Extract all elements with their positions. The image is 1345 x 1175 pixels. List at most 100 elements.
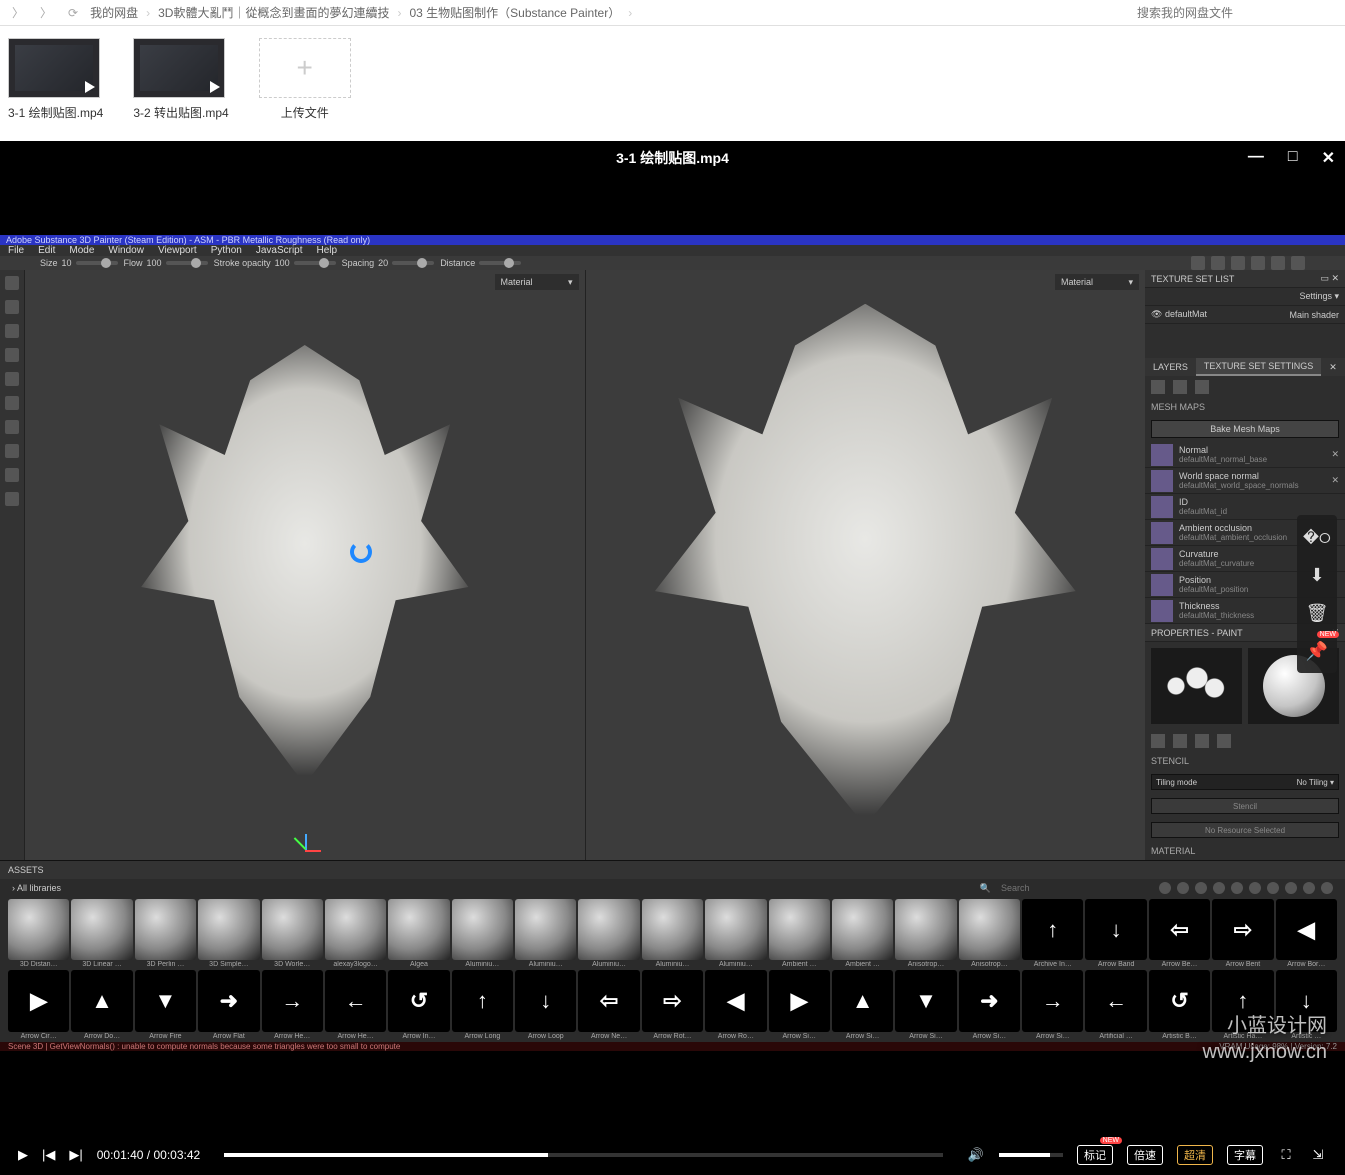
quality-button[interactable]: 超清	[1177, 1145, 1213, 1165]
asset-item[interactable]: ↓Arrow Band	[1085, 899, 1146, 968]
mesh-map-item[interactable]: World space normaldefaultMat_world_space…	[1145, 468, 1345, 494]
upload-button[interactable]: + 上传文件	[259, 38, 351, 121]
asset-item[interactable]: ↑Archive In…	[1022, 899, 1083, 968]
material-icon[interactable]	[1217, 734, 1231, 748]
subtitle-button[interactable]: 字幕	[1227, 1145, 1263, 1165]
asset-item[interactable]: alexay3logo…	[325, 899, 386, 968]
alpha-icon[interactable]	[1173, 734, 1187, 748]
filter-icon[interactable]	[1213, 882, 1225, 894]
remove-map-icon[interactable]: ✕	[1331, 475, 1339, 486]
nav-back-icon[interactable]: 〉	[8, 4, 28, 21]
asset-item[interactable]: Anisotrop…	[895, 899, 956, 968]
asset-item[interactable]: ➜Arrow Flat	[198, 970, 259, 1039]
toolbar-icon[interactable]	[1231, 256, 1245, 270]
menu-edit[interactable]: Edit	[38, 245, 55, 256]
asset-item[interactable]: ➜Arrow Si…	[959, 970, 1020, 1039]
mesh-map-item[interactable]: NormaldefaultMat_normal_base✕	[1145, 442, 1345, 468]
next-button[interactable]: ▶|	[69, 1147, 82, 1163]
viewport-mode-dropdown[interactable]: Material▾	[495, 274, 579, 290]
asset-item[interactable]: 3D Linear …	[71, 899, 132, 968]
asset-item[interactable]: ▶Arrow Si…	[769, 970, 830, 1039]
toolbar-icon[interactable]	[1211, 256, 1225, 270]
search-input[interactable]	[1137, 6, 1337, 20]
menu-mode[interactable]: Mode	[69, 245, 94, 256]
menu-help[interactable]: Help	[317, 245, 338, 256]
asset-item[interactable]: ▲Arrow Do…	[71, 970, 132, 1039]
asset-item[interactable]: ▼Arrow Si…	[895, 970, 956, 1039]
channels-icon[interactable]	[1151, 380, 1165, 394]
close-icon[interactable]: ✕	[1322, 148, 1335, 168]
fill-tool-icon[interactable]	[5, 348, 19, 362]
filter-icon[interactable]	[1267, 882, 1279, 894]
stencil-resource-slot[interactable]: No Resource Selected	[1151, 822, 1339, 838]
asset-item[interactable]: →Arrow Si…	[1022, 970, 1083, 1039]
maximize-icon[interactable]: □	[1288, 148, 1298, 168]
asset-item[interactable]: 3D Perlin …	[135, 899, 196, 968]
seek-bar[interactable]	[224, 1153, 943, 1157]
asset-item[interactable]: ↓Arrow Loop	[515, 970, 576, 1039]
viewport-2d[interactable]: Material▾	[585, 270, 1146, 860]
refresh-icon[interactable]: ⟳	[64, 6, 82, 20]
grid-view-icon[interactable]	[1321, 882, 1333, 894]
distance-slider[interactable]	[479, 261, 521, 265]
tiling-mode-dropdown[interactable]: Tiling modeNo Tiling ▾	[1151, 774, 1339, 790]
asset-item[interactable]: Ambient …	[769, 899, 830, 968]
tab-texture-set-settings[interactable]: TEXTURE SET SETTINGS	[1196, 358, 1321, 376]
size-slider[interactable]	[76, 261, 118, 265]
filter-icon[interactable]	[1195, 882, 1207, 894]
spacing-slider[interactable]	[392, 261, 434, 265]
viewport-mode-dropdown[interactable]: Material▾	[1055, 274, 1139, 290]
crumb-2[interactable]: 03 生物贴图制作（Substance Painter）	[409, 4, 620, 21]
toolbar-icon[interactable]	[1291, 256, 1305, 270]
bake-mesh-maps-button[interactable]: Bake Mesh Maps	[1151, 420, 1339, 438]
video-canvas[interactable]: Adobe Substance 3D Painter (Steam Editio…	[0, 175, 1345, 1135]
settings-dropdown[interactable]: Settings ▾	[1299, 291, 1339, 302]
cube-icon[interactable]	[1195, 380, 1209, 394]
delete-icon[interactable]: 🗑	[1307, 603, 1327, 623]
asset-item[interactable]: ←Arrow He…	[325, 970, 386, 1039]
toolbar-icon[interactable]	[1191, 256, 1205, 270]
tab-layers[interactable]: LAYERS	[1145, 358, 1196, 376]
flow-slider[interactable]	[166, 261, 208, 265]
asset-item[interactable]: ←Artificial …	[1085, 970, 1146, 1039]
filter-icon[interactable]	[1249, 882, 1261, 894]
asset-item[interactable]: ⇦Arrow Ne…	[578, 970, 639, 1039]
stencil-icon[interactable]	[1195, 734, 1209, 748]
projection-tool-icon[interactable]	[5, 324, 19, 338]
clone-tool-icon[interactable]	[5, 396, 19, 410]
asset-item[interactable]: Aluminiu…	[578, 899, 639, 968]
material-picker-icon[interactable]	[5, 420, 19, 434]
file-item[interactable]: 3-2 转出贴图.mp4	[133, 38, 228, 121]
asset-item[interactable]: 3D Worle…	[262, 899, 323, 968]
menu-window[interactable]: Window	[108, 245, 144, 256]
texture-set-item[interactable]: 👁 defaultMatMain shader	[1145, 306, 1345, 324]
export-icon[interactable]	[5, 444, 19, 458]
asset-item[interactable]: ⇨Arrow Bent	[1212, 899, 1273, 968]
filter-icon[interactable]	[1303, 882, 1315, 894]
share-icon[interactable]: �੦	[1307, 527, 1327, 547]
panel-controls-icon[interactable]: ▭ ✕	[1320, 273, 1339, 284]
asset-item[interactable]: Aluminiu…	[705, 899, 766, 968]
menu-viewport[interactable]: Viewport	[158, 245, 197, 256]
asset-item[interactable]: Algea	[388, 899, 449, 968]
asset-item[interactable]: ↺Artistic B…	[1149, 970, 1210, 1039]
eraser-tool-icon[interactable]	[5, 300, 19, 314]
filter-icon[interactable]	[1231, 882, 1243, 894]
asset-item[interactable]: Aluminiu…	[515, 899, 576, 968]
asset-item[interactable]: ▼Arrow Fire	[135, 970, 196, 1039]
pin-icon[interactable]: 📌NEW	[1307, 641, 1327, 661]
asset-item[interactable]: ⇨Arrow Rot…	[642, 970, 703, 1039]
assets-search-input[interactable]	[1001, 883, 1141, 893]
toolbar-icon[interactable]	[1271, 256, 1285, 270]
asset-item[interactable]: →Arrow He…	[262, 970, 323, 1039]
mark-button[interactable]: 标记NEW	[1077, 1145, 1113, 1165]
viewport-3d[interactable]: Material▾	[24, 270, 585, 860]
tab-close-icon[interactable]: ✕	[1321, 358, 1345, 376]
all-libraries-dropdown[interactable]: › All libraries	[12, 883, 61, 893]
asset-item[interactable]: ▲Arrow Si…	[832, 970, 893, 1039]
asset-item[interactable]: ⇦Arrow Be…	[1149, 899, 1210, 968]
search-icon[interactable]: 🔍	[980, 883, 991, 894]
asset-item[interactable]: ◀Arrow Bor…	[1276, 899, 1337, 968]
asset-item[interactable]: Ambient …	[832, 899, 893, 968]
filter-icon[interactable]	[1177, 882, 1189, 894]
